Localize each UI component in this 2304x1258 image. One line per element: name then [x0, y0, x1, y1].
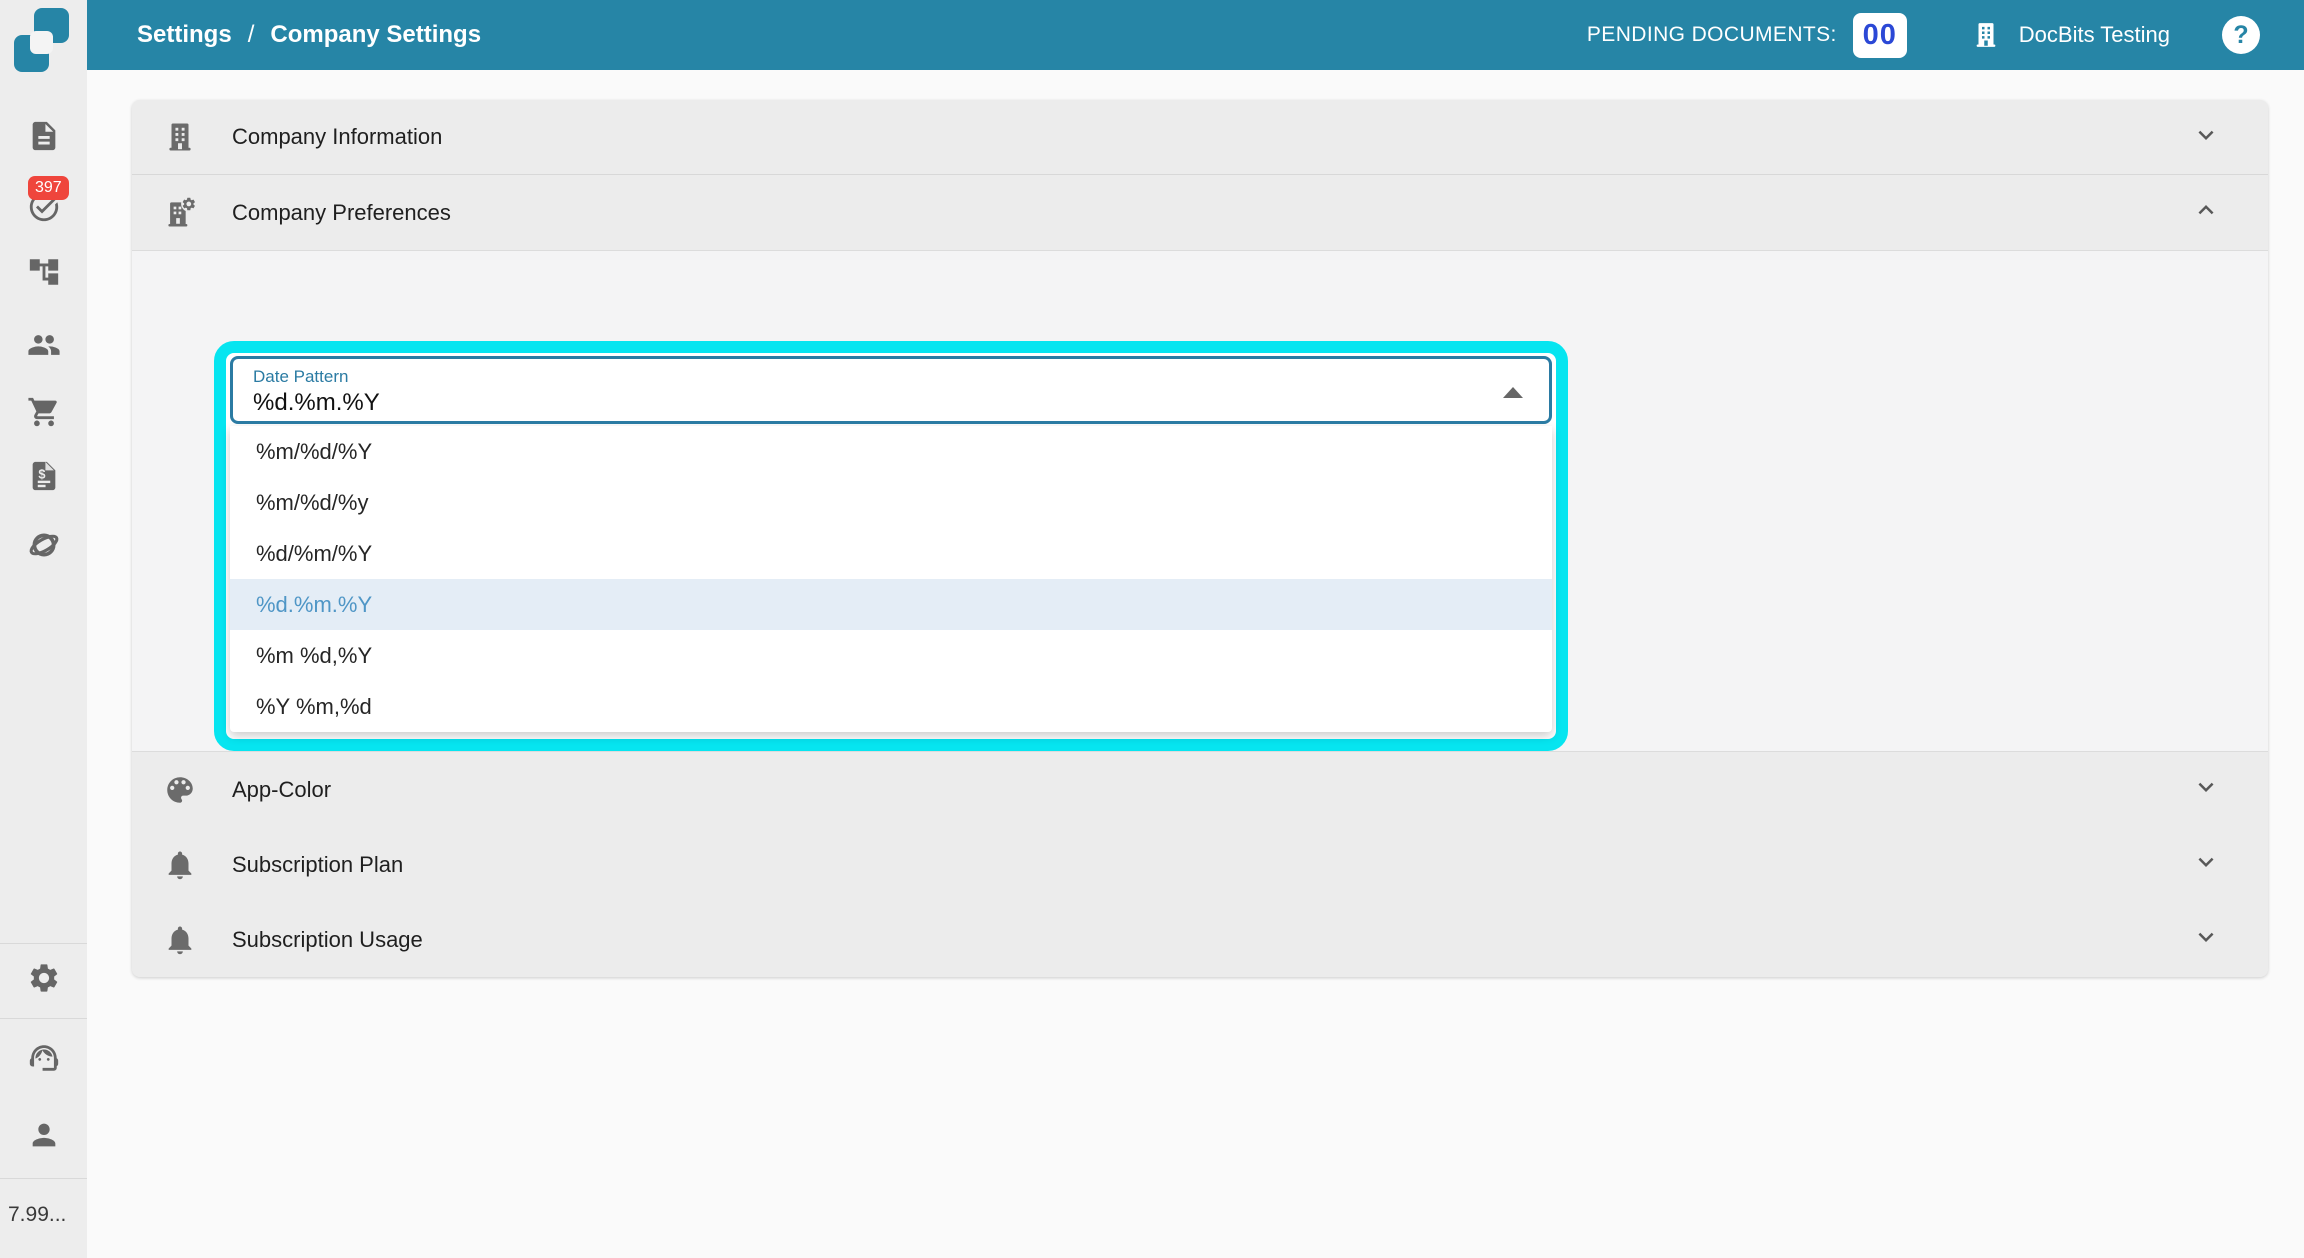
invoice-icon: $ [27, 459, 61, 493]
palette-icon [162, 772, 198, 808]
accordion-label: Company Information [232, 124, 442, 150]
sidebar-item-profile[interactable] [0, 1118, 87, 1152]
pending-documents-label: PENDING DOCUMENTS: [1587, 23, 1837, 47]
accordion-company-information[interactable]: Company Information [132, 100, 2268, 174]
question-mark-icon: ? [2233, 21, 2248, 50]
accordion-label: Subscription Usage [232, 927, 423, 953]
chevron-down-icon [2191, 847, 2221, 882]
docbits-logo[interactable] [14, 8, 70, 74]
chevron-down-icon [2191, 772, 2221, 807]
sidebar-item-validation[interactable]: 397 [0, 190, 87, 224]
topbar: Settings / Company Settings PENDING DOCU… [87, 0, 2304, 70]
topbar-right: PENDING DOCUMENTS: 00 DocBits Testing ? [1587, 13, 2260, 58]
app-window: 397 $ [0, 0, 2304, 1258]
accordion-label: Subscription Plan [232, 852, 403, 878]
app-version: 7.99... [8, 1203, 66, 1227]
date-pattern-select[interactable]: Date Pattern %d.%m.%Y [230, 356, 1552, 424]
pending-documents-count: 00 [1853, 13, 1907, 58]
sidebar-item-documents[interactable] [0, 119, 87, 153]
date-pattern-highlight: Date Pattern %d.%m.%Y %m/%d/%Y %m/%d/%y … [214, 341, 1568, 751]
accordion-subscription-usage[interactable]: Subscription Usage [132, 902, 2268, 977]
date-pattern-label: Date Pattern [253, 367, 348, 387]
dropdown-option[interactable]: %m/%d/%y [230, 477, 1552, 528]
sidebar-item-users[interactable] [0, 328, 87, 362]
sidebar-item-settings[interactable] [0, 961, 87, 995]
organization-selector[interactable]: DocBits Testing [1971, 18, 2170, 52]
dropdown-option[interactable]: %d/%m/%Y [230, 528, 1552, 579]
breadcrumb-company-settings[interactable]: Company Settings [270, 21, 481, 49]
settings-panel: Company Information [132, 100, 2268, 977]
sidebar: 397 $ [0, 0, 87, 1258]
accordion-label: Company Preferences [232, 200, 451, 226]
sidebar-item-global[interactable] [0, 528, 87, 562]
svg-text:$: $ [38, 466, 45, 481]
breadcrumb-separator: / [248, 21, 255, 49]
sidebar-item-support[interactable] [0, 1041, 87, 1075]
dropdown-option[interactable]: %m %d,%Y [230, 630, 1552, 681]
chevron-up-icon [2191, 195, 2221, 230]
support-headset-icon [27, 1041, 61, 1075]
sidebar-item-invoices[interactable]: $ [0, 459, 87, 493]
dropdown-option[interactable]: %m/%d/%Y [230, 426, 1552, 477]
building-icon [1971, 18, 2001, 52]
sidebar-divider [0, 1178, 87, 1179]
workflow-icon [27, 255, 61, 289]
bell-icon [162, 922, 198, 958]
bell-icon [162, 847, 198, 883]
sidebar-item-workflow[interactable] [0, 255, 87, 289]
sidebar-item-purchase-orders[interactable] [0, 395, 87, 429]
date-pattern-value: %d.%m.%Y [253, 389, 380, 417]
chevron-down-icon [2191, 922, 2221, 957]
person-icon [27, 1118, 61, 1152]
settings-gear-icon [27, 961, 61, 995]
help-button[interactable]: ? [2222, 16, 2260, 54]
breadcrumb-settings[interactable]: Settings [137, 21, 232, 49]
organization-name: DocBits Testing [2019, 22, 2170, 48]
sidebar-divider [0, 943, 87, 944]
accordion-subscription-plan[interactable]: Subscription Plan [132, 827, 2268, 902]
accordion-app-color[interactable]: App-Color [132, 752, 2268, 827]
accordion-company-preferences[interactable]: Company Preferences [132, 175, 2268, 250]
notification-badge: 397 [28, 176, 69, 200]
logo-square-center [30, 31, 53, 54]
dropdown-option[interactable]: %Y %m,%d [230, 681, 1552, 732]
accordion-label: App-Color [232, 777, 331, 803]
building-icon [162, 119, 198, 155]
globe-icon [27, 528, 61, 562]
company-preferences-content: Date Pattern %d.%m.%Y %m/%d/%Y %m/%d/%y … [132, 250, 2268, 752]
chevron-down-icon [2191, 120, 2221, 155]
document-icon [27, 119, 61, 153]
arrow-up-icon [1503, 387, 1523, 398]
people-icon [27, 328, 61, 362]
breadcrumb: Settings / Company Settings [137, 21, 481, 49]
date-pattern-options: %m/%d/%Y %m/%d/%y %d/%m/%Y %d.%m.%Y %m %… [230, 426, 1552, 732]
sidebar-divider [0, 1018, 87, 1019]
dropdown-option-selected[interactable]: %d.%m.%Y [230, 579, 1552, 630]
cart-icon [27, 395, 61, 429]
building-gear-icon [162, 195, 198, 231]
